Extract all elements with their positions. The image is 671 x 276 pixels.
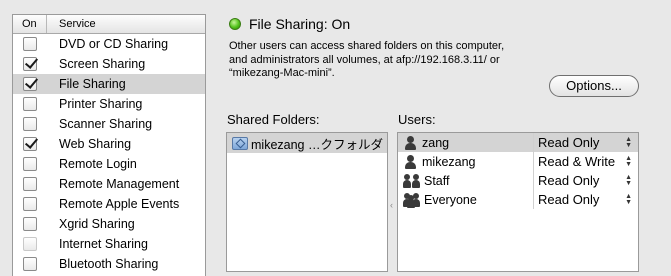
status-indicator-icon <box>229 18 241 30</box>
user-name: mikezang <box>422 154 476 169</box>
permission-popup[interactable]: Read Only ▲ ▼ <box>534 192 638 207</box>
service-row[interactable]: Screen Sharing <box>13 54 205 74</box>
service-label: Remote Login <box>59 157 137 171</box>
user-row[interactable]: Everyone Read Only ▲ ▼ <box>398 190 638 209</box>
user-name: Everyone <box>424 192 477 207</box>
updown-arrows-icon: ▲ ▼ <box>625 173 632 187</box>
permission-popup[interactable]: Read Only ▲ ▼ <box>534 173 638 188</box>
user-row[interactable]: mikezang Read & Write ▲ ▼ <box>398 152 638 171</box>
service-label: Bluetooth Sharing <box>59 257 159 271</box>
service-row[interactable]: Xgrid Sharing <box>13 214 205 234</box>
service-label: DVD or CD Sharing <box>59 37 169 51</box>
service-checkbox[interactable] <box>23 117 37 131</box>
user-icon <box>403 154 419 169</box>
shared-folder-row[interactable]: mikezang …クフォルダ <box>227 133 387 153</box>
service-checkbox[interactable] <box>23 57 37 71</box>
column-header-on[interactable]: On <box>13 15 47 33</box>
everyone-icon <box>403 192 421 208</box>
service-checkbox-cell <box>13 57 47 71</box>
service-label: Remote Apple Events <box>59 197 180 211</box>
service-checkbox[interactable] <box>23 237 37 251</box>
service-label: Remote Management <box>59 177 180 191</box>
service-checkbox[interactable] <box>23 217 37 231</box>
service-checkbox-cell <box>13 217 47 231</box>
service-label: Printer Sharing <box>59 97 143 111</box>
updown-arrows-icon: ▲ ▼ <box>625 192 632 206</box>
status-description: Other users can access shared folders on… <box>229 40 505 79</box>
updown-arrows-icon: ▲ ▼ <box>625 154 632 168</box>
column-header-service[interactable]: Service <box>47 15 205 33</box>
permission-popup[interactable]: Read & Write ▲ ▼ <box>534 154 638 169</box>
service-label: Internet Sharing <box>59 237 148 251</box>
service-row[interactable]: File Sharing <box>13 74 205 94</box>
services-list-header: On Service <box>13 15 205 34</box>
services-list: On Service DVD or CD Sharing Screen Shari… <box>12 14 206 276</box>
user-name-cell: zang <box>398 133 534 152</box>
service-checkbox-cell <box>13 137 47 151</box>
user-name-cell: mikezang <box>398 152 534 171</box>
service-checkbox[interactable] <box>23 157 37 171</box>
options-button[interactable]: Options... <box>549 75 639 97</box>
service-checkbox[interactable] <box>23 177 37 191</box>
service-checkbox-cell <box>13 37 47 51</box>
service-label: Xgrid Sharing <box>59 217 135 231</box>
service-row[interactable]: Internet Sharing <box>13 234 205 254</box>
permission-value: Read Only <box>538 173 600 188</box>
service-row[interactable]: Web Sharing <box>13 134 205 154</box>
service-checkbox[interactable] <box>23 197 37 211</box>
permission-value: Read Only <box>538 135 600 150</box>
service-checkbox-cell <box>13 197 47 211</box>
shared-folder-icon <box>232 136 248 150</box>
shared-folders-list: mikezang …クフォルダ <box>226 132 388 272</box>
users-list: zang Read Only ▲ ▼ mikezang Read & Write ▲ ▼ Sta… <box>397 132 639 272</box>
service-checkbox[interactable] <box>23 97 37 111</box>
service-row[interactable]: Bluetooth Sharing <box>13 254 205 274</box>
service-row[interactable]: Remote Login <box>13 154 205 174</box>
permission-value: Read & Write <box>538 154 616 169</box>
user-row[interactable]: zang Read Only ▲ ▼ <box>398 133 638 152</box>
service-checkbox-cell <box>13 97 47 111</box>
permission-value: Read Only <box>538 192 600 207</box>
service-checkbox-cell <box>13 117 47 131</box>
users-label: Users: <box>398 112 436 127</box>
service-label: Scanner Sharing <box>59 117 153 131</box>
user-name-cell: Everyone <box>398 190 534 209</box>
service-checkbox[interactable] <box>23 37 37 51</box>
shared-folders-label: Shared Folders: <box>227 112 320 127</box>
user-row[interactable]: Staff Read Only ▲ ▼ <box>398 171 638 190</box>
service-checkbox-cell <box>13 77 47 91</box>
service-row[interactable]: Remote Management <box>13 174 205 194</box>
user-icon <box>403 135 419 150</box>
service-checkbox-cell <box>13 177 47 191</box>
status-title: File Sharing: On <box>249 16 351 32</box>
service-row[interactable]: Remote Apple Events <box>13 194 205 214</box>
service-checkbox-cell <box>13 237 47 251</box>
service-row[interactable]: Scanner Sharing <box>13 114 205 134</box>
shared-folder-name: mikezang …クフォルダ <box>251 137 383 152</box>
service-label: Web Sharing <box>59 137 132 151</box>
service-checkbox[interactable] <box>23 137 37 151</box>
splitter-handle[interactable]: ‹ <box>390 200 393 210</box>
services-rows: DVD or CD Sharing Screen Sharing File Shar… <box>13 34 205 274</box>
service-checkbox[interactable] <box>23 257 37 271</box>
service-checkbox[interactable] <box>23 77 37 91</box>
user-name: Staff <box>424 173 450 188</box>
service-label: File Sharing <box>59 77 126 91</box>
service-label: Screen Sharing <box>59 57 146 71</box>
user-name-cell: Staff <box>398 171 534 190</box>
service-checkbox-cell <box>13 157 47 171</box>
service-row[interactable]: DVD or CD Sharing <box>13 34 205 54</box>
updown-arrows-icon: ▲ ▼ <box>625 135 632 149</box>
group-icon <box>403 173 421 188</box>
permission-popup[interactable]: Read Only ▲ ▼ <box>534 135 638 150</box>
service-row[interactable]: Printer Sharing <box>13 94 205 114</box>
user-name: zang <box>422 135 450 150</box>
service-checkbox-cell <box>13 257 47 271</box>
